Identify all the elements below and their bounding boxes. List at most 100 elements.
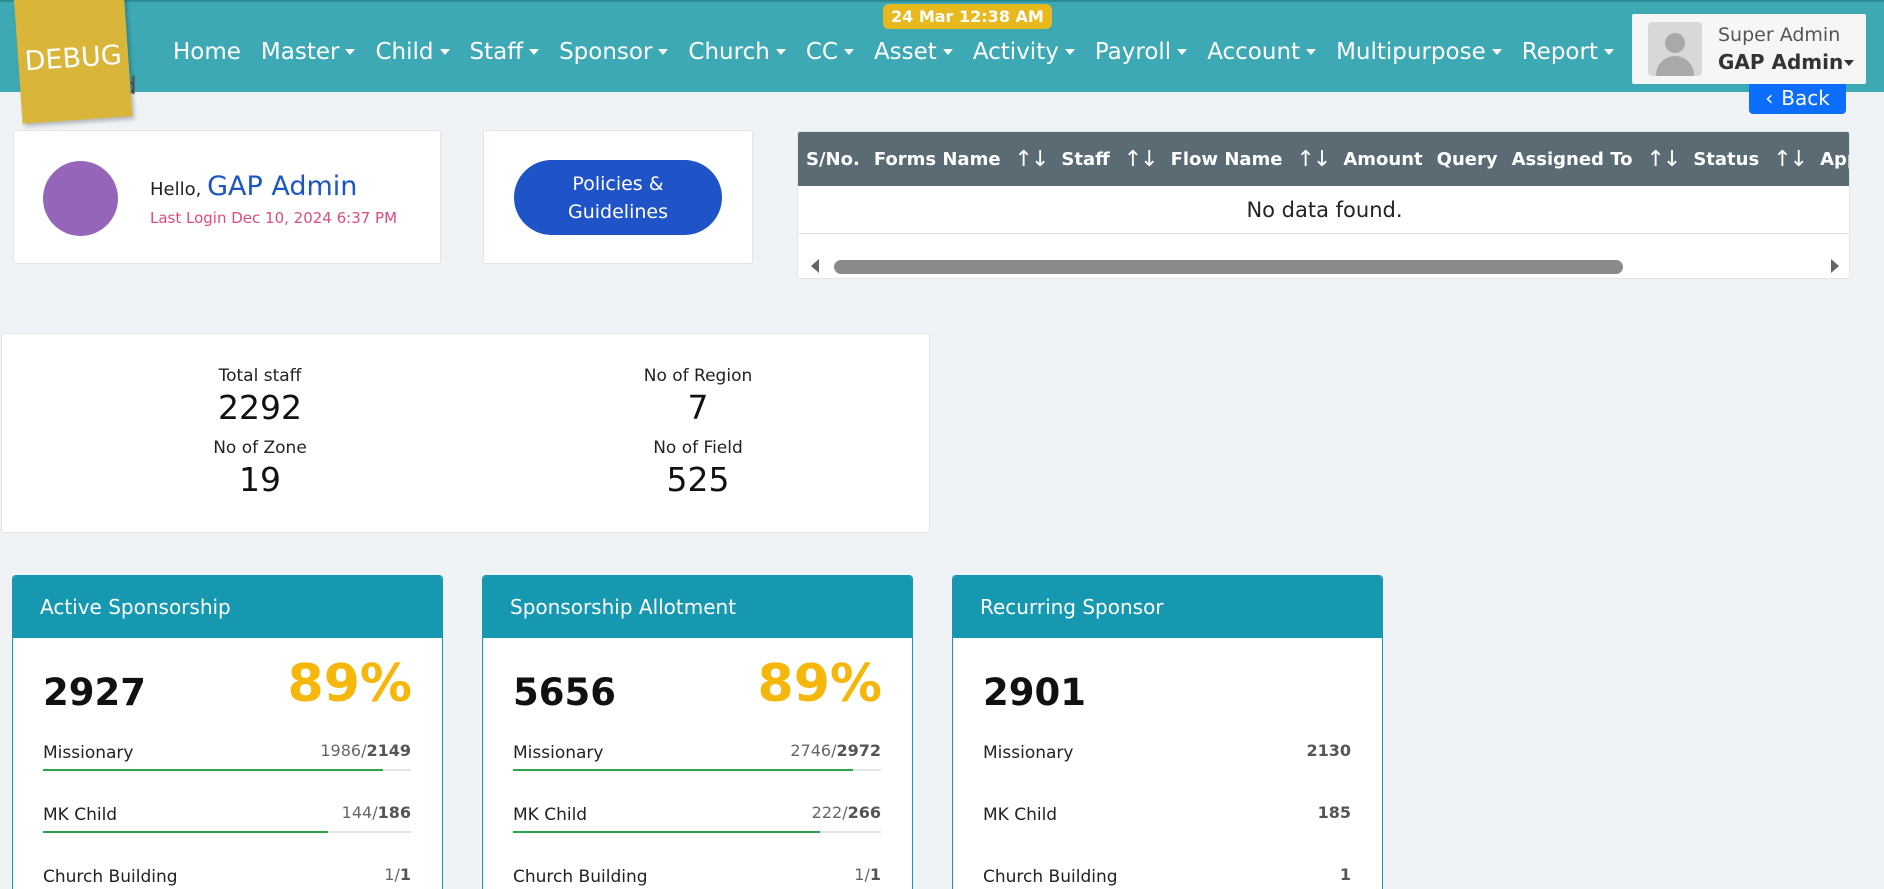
column-header-label: Applied On xyxy=(1820,148,1849,170)
progress-track xyxy=(43,769,411,771)
nav-item-label: Home xyxy=(173,39,241,65)
nav-item-label: Multipurpose xyxy=(1336,39,1486,65)
panel-total: 2901 xyxy=(983,671,1086,714)
nav-item-account[interactable]: Account xyxy=(1197,32,1326,72)
policies-button[interactable]: Policies & Guidelines xyxy=(514,160,722,235)
sort-icon[interactable]: ↑↓ xyxy=(1773,147,1808,172)
panel-percent: 89% xyxy=(757,654,882,714)
nav-item-label: Staff xyxy=(469,39,524,65)
main-menu: Home Master Child Staff Sponsor Church CC Asset… xyxy=(163,32,1624,72)
back-button[interactable]: ‹ Back xyxy=(1749,84,1846,114)
nav-item-master[interactable]: Master xyxy=(251,32,366,72)
column-header-label: Status xyxy=(1693,148,1760,170)
row-value: 144/186 xyxy=(341,803,411,822)
sort-icon[interactable]: ↑↓ xyxy=(1646,147,1681,172)
row-part: 222 xyxy=(811,803,843,822)
progress-fill xyxy=(513,769,854,771)
column-header[interactable]: Forms Name ↑↓ xyxy=(866,147,1054,172)
nav-item-sponsor[interactable]: Sponsor xyxy=(549,32,678,72)
sponsorship-panel: Sponsorship Allotment 5656 89% Missionary 27… xyxy=(482,575,913,889)
nav-item-activity[interactable]: Activity xyxy=(963,32,1085,72)
horizontal-scrollbar[interactable] xyxy=(798,250,1849,278)
caret-down-icon xyxy=(775,49,786,55)
greeting: Hello, GAP Admin xyxy=(150,171,357,202)
table-header: S/No. Forms Name ↑↓ Staff ↑↓ Flow Name ↑↓ Amoun… xyxy=(798,132,1849,186)
row-total: 1 xyxy=(399,865,411,884)
row-total: 2149 xyxy=(366,741,411,760)
nav-item-church[interactable]: Church xyxy=(678,32,795,72)
row-total: 186 xyxy=(377,803,411,822)
row-total: 185 xyxy=(1317,803,1351,822)
debug-ribbon: DEBUG xyxy=(14,0,133,124)
nav-item-label: Church xyxy=(688,39,770,65)
row-part: 144 xyxy=(341,803,373,822)
row-value: 185 xyxy=(1318,803,1351,822)
caret-down-icon xyxy=(1306,49,1317,55)
panel-row: MK Child 222/266 xyxy=(513,803,881,833)
panel-row: Church Building 1/1 xyxy=(513,865,881,889)
forms-table: S/No. Forms Name ↑↓ Staff ↑↓ Flow Name ↑↓ Amoun… xyxy=(797,131,1850,279)
nav-item-cc[interactable]: CC xyxy=(796,32,864,72)
nav-item-multipurpose[interactable]: Multipurpose xyxy=(1326,32,1512,72)
stat-label: Total staff xyxy=(218,366,302,386)
nav-item-payroll[interactable]: Payroll xyxy=(1085,32,1197,72)
panel-row: MK Child 144/186 xyxy=(43,803,411,833)
last-login: Last Login Dec 10, 2024 6:37 PM xyxy=(150,209,398,227)
column-header-label: Staff xyxy=(1061,148,1110,170)
scroll-left-icon[interactable] xyxy=(811,259,819,273)
sort-icon[interactable]: ↑↓ xyxy=(1297,147,1332,172)
column-header[interactable]: Flow Name ↑↓ xyxy=(1163,147,1336,172)
column-header[interactable]: Staff ↑↓ xyxy=(1053,147,1162,172)
scroll-right-icon[interactable] xyxy=(1831,259,1839,273)
sort-icon[interactable]: ↑↓ xyxy=(1015,147,1050,172)
row-label: MK Child xyxy=(513,805,588,825)
panel-row: Missionary 2130 xyxy=(983,741,1351,771)
row-total: 1 xyxy=(1339,865,1351,884)
nav-item-label: Sponsor xyxy=(559,39,653,65)
clock-badge: 24 Mar 12:38 AM xyxy=(883,4,1052,29)
caret-down-icon xyxy=(658,49,669,55)
row-part: 1 xyxy=(384,865,395,884)
panel-title: Recurring Sponsor xyxy=(953,576,1382,638)
column-header[interactable]: Applied On↑↓ xyxy=(1812,147,1849,172)
scrollbar-thumb[interactable] xyxy=(834,260,1623,274)
stat-zone: No of Zone 19 xyxy=(110,438,410,499)
greeting-prefix: Hello, xyxy=(150,179,202,200)
row-part: 1 xyxy=(854,865,865,884)
sponsorship-panel: Active Sponsorship 2927 89% Missionary 1986/… xyxy=(12,575,443,889)
nav-item-staff[interactable]: Staff xyxy=(460,32,550,72)
column-header: S/No. xyxy=(798,149,860,170)
nav-item-child[interactable]: Child xyxy=(365,32,459,72)
row-part: 2746 xyxy=(790,741,832,760)
row-label: Church Building xyxy=(43,867,178,887)
nav-item-home[interactable]: Home xyxy=(163,32,251,72)
column-header[interactable]: Status ↑↓ xyxy=(1685,147,1812,172)
panel-total: 2927 xyxy=(43,671,146,714)
nav-item-asset[interactable]: Asset xyxy=(864,32,963,72)
row-label: Missionary xyxy=(513,743,604,763)
empty-message: No data found. xyxy=(798,186,1849,234)
progress-fill xyxy=(43,769,384,771)
row-label: Missionary xyxy=(983,743,1074,763)
column-header[interactable]: Assigned To ↑↓ xyxy=(1504,147,1686,172)
nav-item-label: CC xyxy=(805,39,838,65)
row-total: 1 xyxy=(869,865,881,884)
row-value: 2130 xyxy=(1306,741,1351,760)
row-label: Church Building xyxy=(513,867,648,887)
panel-row: Missionary 2746/2972 xyxy=(513,741,881,771)
user-menu[interactable]: Super Admin GAP Admin xyxy=(1632,14,1866,84)
staff-stats-card: Total staff 2292 No of Region 7 No of Zo… xyxy=(1,333,930,533)
nav-item-report[interactable]: Report xyxy=(1512,32,1624,72)
stat-field: No of Field 525 xyxy=(548,438,848,499)
greeting-name: GAP Admin xyxy=(207,171,358,202)
stat-label: No of Field xyxy=(653,438,743,458)
chevron-left-icon: ‹ xyxy=(1765,86,1774,110)
sort-icon[interactable]: ↑↓ xyxy=(1124,147,1159,172)
row-label: Church Building xyxy=(983,867,1118,887)
column-header: Amount xyxy=(1335,149,1422,170)
row-total: 2972 xyxy=(836,741,881,760)
chevron-down-icon xyxy=(1844,60,1854,66)
panel-row: Missionary 1986/2149 xyxy=(43,741,411,771)
panel-title: Sponsorship Allotment xyxy=(483,576,912,638)
column-header-label: S/No. xyxy=(806,148,860,170)
